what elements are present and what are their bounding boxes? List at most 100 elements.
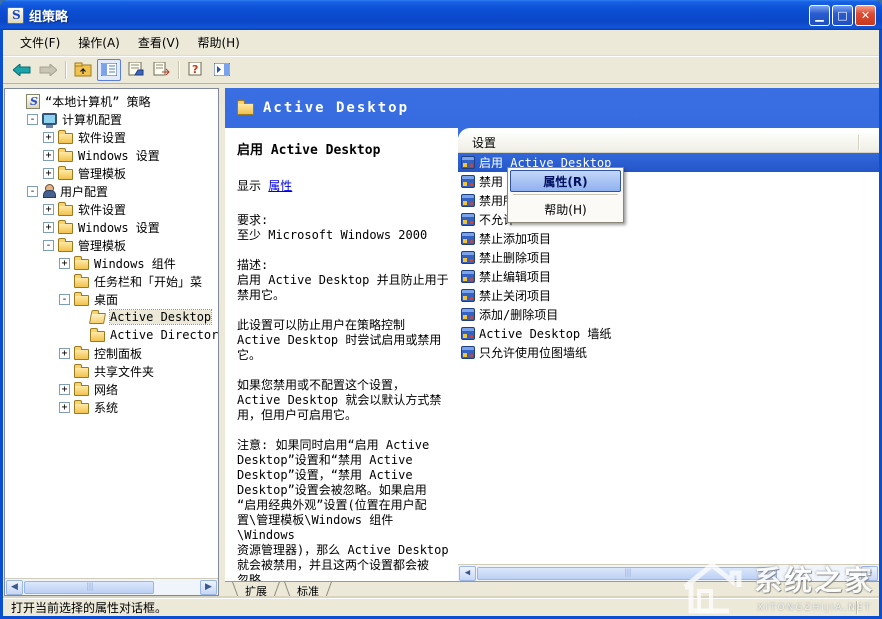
display-label: 显示 — [237, 179, 261, 193]
status-text: 打开当前选择的属性对话框。 — [11, 599, 167, 616]
tree-item[interactable]: + 网络 — [5, 380, 218, 398]
settings-column-header[interactable]: 设置 — [458, 133, 879, 153]
properties-link[interactable]: 属性 — [268, 179, 292, 193]
properties-icon[interactable] — [123, 59, 147, 81]
tree-item[interactable]: 共享文件夹 — [5, 362, 218, 380]
tree-item-label: Windows 设置 — [78, 219, 160, 236]
tree-item-icon — [74, 385, 89, 396]
setting-list-item[interactable]: 禁止编辑项目 — [458, 267, 879, 286]
up-folder-icon[interactable] — [71, 59, 95, 81]
context-menu-item[interactable]: 属性(R) — [510, 170, 621, 192]
setting-label: 禁止删除项目 — [479, 249, 551, 266]
minimize-button[interactable]: ▁ — [809, 5, 830, 26]
setting-list-item[interactable]: 禁止关闭项目 — [458, 286, 879, 305]
setting-label: 禁止添加项目 — [479, 230, 551, 247]
setting-label: 添加/删除项目 — [479, 306, 558, 323]
tree-item-icon — [42, 184, 55, 198]
content-area: “本地计算机” 策略 - 计算机配置 + 软件设置 — [3, 84, 879, 598]
group-policy-window: 组策略 ▁ □ ✕ 文件(F) 操作(A) 查看(V) 帮助(H) — [0, 0, 882, 619]
tree-expander-icon[interactable]: + — [43, 150, 54, 161]
tree-item-label: 桌面 — [94, 291, 118, 308]
tree-item[interactable]: + 系统 — [5, 398, 218, 416]
tree-item-label: 任务栏和「开始」菜 — [94, 273, 202, 290]
tree-item[interactable]: + Windows 设置 — [5, 146, 218, 164]
view-tab[interactable]: 标准 — [287, 582, 329, 598]
tree-item[interactable]: + Windows 设置 — [5, 218, 218, 236]
tree-item[interactable]: - 管理模板 — [5, 236, 218, 254]
tree-item-icon — [58, 223, 73, 234]
export-list-icon[interactable] — [149, 59, 173, 81]
policy-setting-icon — [461, 213, 475, 226]
menu-item[interactable]: 查看(V) — [129, 31, 189, 54]
tree-item-icon — [90, 331, 105, 342]
tree-item[interactable]: + 管理模板 — [5, 164, 218, 182]
tree-expander-icon[interactable]: + — [59, 348, 70, 359]
tree-expander-icon[interactable]: - — [27, 114, 38, 125]
tree-item[interactable]: 任务栏和「开始」菜 — [5, 272, 218, 290]
tree-item[interactable]: + Windows 组件 — [5, 254, 218, 272]
setting-list-item[interactable]: 只允许使用位图墙纸 — [458, 343, 879, 362]
tree-expander-icon[interactable]: + — [43, 132, 54, 143]
tree-expander-icon[interactable]: + — [59, 258, 70, 269]
tree-item-icon — [58, 241, 73, 252]
scroll-right-icon[interactable]: ▶ — [200, 580, 217, 595]
tree-expander-icon[interactable]: + — [43, 222, 54, 233]
show-tree-panes-icon[interactable] — [97, 59, 121, 81]
tree-item[interactable]: + 软件设置 — [5, 200, 218, 218]
tree-expander-icon[interactable]: + — [59, 384, 70, 395]
tree-item[interactable]: “本地计算机” 策略 — [5, 92, 218, 110]
tree-expander-icon[interactable]: + — [43, 204, 54, 215]
tree-item[interactable]: Active Director — [5, 326, 218, 344]
scroll-thumb[interactable] — [24, 581, 154, 594]
tree-item-icon — [58, 151, 73, 162]
tree-expander-icon[interactable]: - — [27, 186, 38, 197]
column-divider[interactable] — [858, 135, 859, 150]
scroll-left-icon[interactable]: ◀ — [459, 566, 476, 581]
header-band: Active Desktop — [225, 88, 879, 128]
scroll-thumb[interactable] — [477, 567, 777, 580]
toolbar-separator — [65, 61, 66, 79]
tree-item-label: Windows 组件 — [94, 255, 176, 272]
tree-expander-icon[interactable]: - — [59, 294, 70, 305]
tree-scroll-area: “本地计算机” 策略 - 计算机配置 + 软件设置 — [5, 92, 218, 577]
tree-expander-icon[interactable]: + — [59, 402, 70, 413]
tree-horizontal-scrollbar[interactable]: ◀ ▶ — [5, 578, 218, 595]
tree-item[interactable]: - 桌面 — [5, 290, 218, 308]
maximize-button[interactable]: □ — [832, 5, 853, 26]
setting-list-item[interactable]: 添加/删除项目 — [458, 305, 879, 324]
menu-item[interactable]: 文件(F) — [11, 31, 69, 54]
tree-expander-icon[interactable]: - — [43, 240, 54, 251]
scroll-right-icon[interactable]: ▶ — [861, 566, 878, 581]
forward-icon[interactable] — [36, 59, 60, 81]
view-tab[interactable]: 扩展 — [235, 582, 277, 598]
close-button[interactable]: ✕ — [855, 5, 876, 26]
menu-item[interactable]: 帮助(H) — [188, 31, 248, 54]
menu-item[interactable]: 操作(A) — [69, 31, 129, 54]
tree-item[interactable]: Active Desktop — [5, 308, 218, 326]
tree-item-icon — [74, 259, 89, 270]
title-bar[interactable]: 组策略 ▁ □ ✕ — [0, 0, 882, 30]
tree-item-label: Active Director — [110, 328, 218, 342]
context-menu: 属性(R) 帮助(H) — [507, 167, 624, 223]
setting-list-item[interactable]: Active Desktop 墙纸 — [458, 324, 879, 343]
show-panel-icon[interactable] — [210, 59, 234, 81]
setting-list-item[interactable]: 禁止添加项目 — [458, 229, 879, 248]
context-menu-item[interactable]: 帮助(H) — [510, 198, 621, 220]
setting-label: 只允许使用位图墙纸 — [479, 344, 587, 361]
menu-bar: 文件(F) 操作(A) 查看(V) 帮助(H) — [3, 30, 879, 56]
setting-list-item[interactable]: 禁止删除项目 — [458, 248, 879, 267]
app-icon — [7, 7, 24, 24]
tree-item[interactable]: - 用户配置 — [5, 182, 218, 200]
tree-item[interactable]: - 计算机配置 — [5, 110, 218, 128]
folder-icon — [237, 103, 254, 115]
help-icon[interactable]: ? — [184, 59, 208, 81]
scroll-left-icon[interactable]: ◀ — [6, 580, 23, 595]
tree-item[interactable]: + 控制面板 — [5, 344, 218, 362]
tree-expander-icon[interactable]: + — [43, 168, 54, 179]
tree-item-icon — [58, 205, 73, 216]
tree-item-icon — [26, 94, 40, 109]
tree-item-label: “本地计算机” 策略 — [45, 93, 151, 110]
back-icon[interactable] — [10, 59, 34, 81]
tree-item[interactable]: + 软件设置 — [5, 128, 218, 146]
list-horizontal-scrollbar[interactable]: ◀ ▶ — [458, 564, 879, 581]
